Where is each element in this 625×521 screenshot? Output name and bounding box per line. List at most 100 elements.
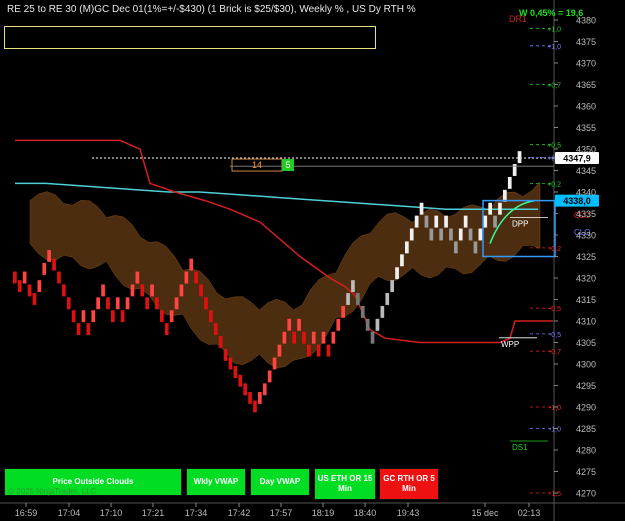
renko-brick <box>365 318 370 331</box>
price-marker-label: 4347,9 <box>563 154 591 164</box>
renko-brick <box>27 284 32 297</box>
renko-brick <box>380 305 385 318</box>
renko-brick <box>253 400 257 413</box>
renko-brick <box>81 310 86 323</box>
percent-level-label: -1,5 <box>549 491 561 498</box>
renko-brick <box>169 310 174 323</box>
renko-brick <box>498 202 502 215</box>
renko-brick <box>302 331 306 344</box>
renko-brick <box>160 310 164 323</box>
renko-brick <box>233 366 238 379</box>
renko-brick <box>493 215 497 228</box>
y-tick-label: 4290 <box>576 403 596 413</box>
percent-level-label: -1,0 <box>549 427 561 434</box>
x-tick-label: 15 dec <box>471 508 499 518</box>
renko-brick <box>400 254 404 267</box>
price-marker-label: 4338,0 <box>563 196 591 206</box>
renko-brick <box>434 215 439 228</box>
renko-brick <box>13 271 17 284</box>
renko-brick <box>52 258 56 271</box>
level-label-ds1: DS1 <box>512 443 528 452</box>
percent-level-label: -0,7 <box>549 349 561 356</box>
renko-brick <box>390 280 394 293</box>
renko-brick <box>155 297 159 310</box>
x-tick-label: 17:21 <box>142 508 165 518</box>
y-tick-label: 4350 <box>576 145 596 155</box>
percent-level-label: +0,7 <box>547 83 561 90</box>
renko-brick <box>267 370 272 383</box>
renko-brick <box>189 258 194 271</box>
day-vwap-button[interactable]: Day VWAP <box>250 468 310 496</box>
renko-brick <box>385 293 390 305</box>
info-box <box>4 26 376 49</box>
x-tick-label: 02:13 <box>518 508 541 518</box>
percent-level-label: -0,5 <box>549 332 561 339</box>
y-tick-label: 4305 <box>576 338 596 348</box>
renko-brick <box>150 284 154 297</box>
renko-brick <box>444 215 448 228</box>
renko-brick <box>316 344 321 357</box>
renko-brick <box>184 271 189 284</box>
percent-level-label: +1,0 <box>547 27 561 34</box>
renko-brick <box>106 297 110 310</box>
renko-brick <box>463 215 468 228</box>
renko-brick <box>507 176 512 189</box>
y-tick-label: 4340 <box>576 188 596 198</box>
chart-title: RE 25 to RE 30 (M)GC Dec 01(1%=+/-$430) … <box>7 4 416 15</box>
renko-brick <box>66 297 71 310</box>
x-tick-label: 19:43 <box>397 508 420 518</box>
renko-brick <box>140 284 145 297</box>
renko-brick <box>405 241 409 254</box>
renko-brick <box>272 357 277 370</box>
renko-brick <box>32 293 37 305</box>
renko-brick <box>454 241 458 254</box>
renko-brick <box>375 318 380 331</box>
renko-brick <box>488 202 492 215</box>
renko-brick <box>356 293 360 305</box>
renko-brick <box>174 297 179 310</box>
renko-bricks <box>13 151 522 413</box>
y-tick-label: 4345 <box>576 166 596 176</box>
renko-brick <box>57 271 61 284</box>
renko-brick <box>277 344 282 357</box>
y-tick-label: 4325 <box>576 252 596 262</box>
percent-level-label: -0,5 <box>549 306 561 313</box>
us-eth-or-button[interactable]: US ETH OR 15 Min <box>314 468 376 500</box>
renko-brick <box>71 310 76 323</box>
y-tick-label: 4295 <box>576 381 596 391</box>
renko-brick <box>47 250 51 262</box>
renko-brick <box>331 331 336 344</box>
renko-brick <box>130 284 135 297</box>
renko-brick <box>287 318 292 331</box>
renko-brick <box>336 318 341 331</box>
renko-brick <box>419 202 424 215</box>
y-tick-label: 4275 <box>576 467 596 477</box>
renko-brick <box>76 323 81 336</box>
renko-brick <box>439 228 443 241</box>
renko-brick <box>351 280 355 293</box>
gc-rth-or-button[interactable]: GC RTH OR 5 Min <box>379 468 439 500</box>
y-tick-label: 4375 <box>576 37 596 47</box>
renko-brick <box>86 323 91 336</box>
renko-brick <box>449 228 453 241</box>
renko-brick <box>258 391 262 404</box>
renko-brick <box>414 215 419 228</box>
counter-left: 14 <box>252 160 262 170</box>
renko-brick <box>458 228 463 241</box>
renko-brick <box>238 374 243 387</box>
renko-brick <box>111 310 115 323</box>
renko-brick <box>473 241 478 254</box>
renko-brick <box>218 336 223 348</box>
counter-right: 5 <box>285 160 290 170</box>
y-tick-label: 4335 <box>576 209 596 219</box>
weekly-vwap-button[interactable]: Wkly VWAP <box>186 468 246 496</box>
renko-brick <box>483 215 488 228</box>
copyright-text: © 2025 NinjaTrader, LLC <box>8 487 97 496</box>
y-tick-label: 4280 <box>576 446 596 456</box>
renko-brick <box>179 284 184 297</box>
time-axis: 16:59 17:04 17:10 17:21 17:34 17:42 17:57 18:19… <box>15 503 541 518</box>
x-tick-label: 17:10 <box>100 508 123 518</box>
y-tick-label: 4320 <box>576 274 596 284</box>
renko-brick <box>346 293 350 305</box>
weekly-percent-stat: W 0,45% = 19,6 <box>519 8 584 18</box>
